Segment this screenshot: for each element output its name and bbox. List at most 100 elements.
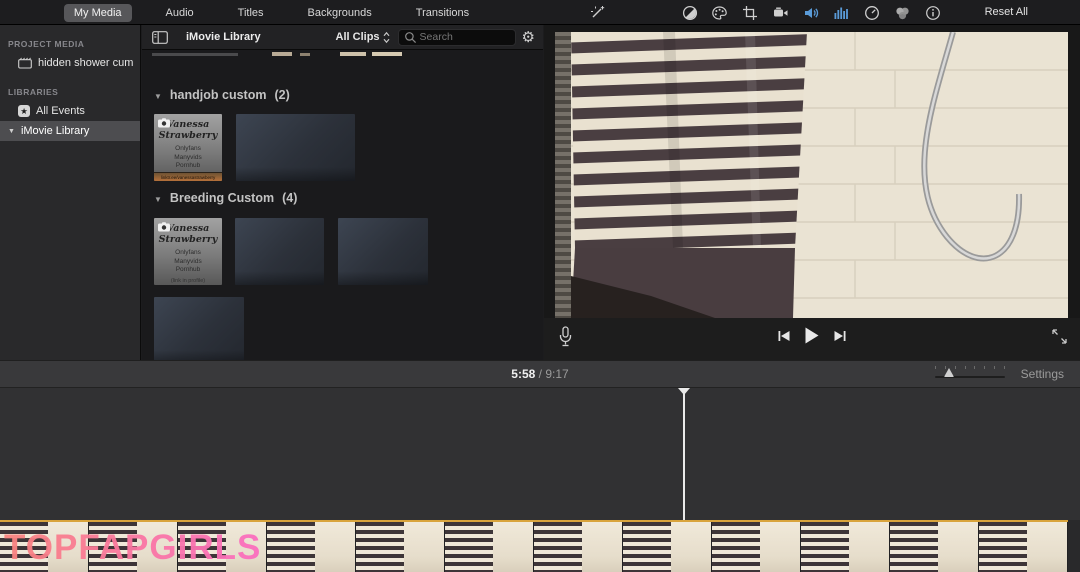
crop-icon[interactable] — [742, 4, 759, 21]
tab-titles[interactable]: Titles — [228, 4, 274, 22]
clip-frame — [534, 522, 623, 572]
tab-transitions[interactable]: Transitions — [406, 4, 479, 22]
partial-thumbnail-row — [142, 50, 543, 58]
clip-thumbnail[interactable] — [154, 297, 244, 360]
clip-grid: ▼ handjob custom (2) VanessaStrawberry O… — [142, 50, 543, 360]
imovie-window: My Media Audio Titles Backgrounds Transi… — [0, 0, 1080, 572]
audio-equalizer-icon[interactable] — [833, 4, 850, 21]
color-balance-icon[interactable] — [681, 4, 698, 21]
camera-icon — [158, 222, 170, 232]
clip-frame — [267, 522, 356, 572]
auto-enhance-wand-icon[interactable] — [589, 4, 606, 21]
color-filters-icon[interactable] — [894, 4, 911, 21]
clip-frame — [801, 522, 890, 572]
project-media-header: PROJECT MEDIA — [8, 39, 140, 49]
microphone-icon[interactable] — [558, 326, 573, 348]
sidebar-item-project[interactable]: hidden shower cum — [0, 53, 140, 73]
card-link-bar: linktr.ee/vanessastrawberry — [154, 172, 222, 181]
adjustment-toolbar: Reset All — [543, 0, 1080, 25]
chevron-up-down-icon — [383, 31, 390, 44]
browser-title: iMovie Library — [186, 31, 261, 43]
sidebar-toggle-icon[interactable] — [152, 31, 168, 44]
clip-filter-dropdown[interactable]: All Clips — [336, 31, 390, 44]
viewer-panel — [544, 25, 1080, 360]
play-button[interactable] — [805, 327, 820, 344]
card-name: Vanessa — [167, 223, 209, 234]
card-note: (link in profile) — [171, 278, 205, 284]
card-site: Manyvids — [174, 258, 201, 267]
reset-all-button[interactable]: Reset All — [985, 6, 1028, 18]
timeline-zoom-slider[interactable] — [935, 366, 1005, 382]
libraries-sidebar: PROJECT MEDIA hidden shower cum LIBRARIE… — [0, 25, 141, 360]
media-browser: iMovie Library All Clips ⚙ — [142, 25, 543, 360]
tab-backgrounds[interactable]: Backgrounds — [298, 4, 382, 22]
gear-icon[interactable]: ⚙ — [522, 30, 535, 45]
event-header[interactable]: ▼ Breeding Custom (4) — [154, 191, 297, 205]
settings-button[interactable]: Settings — [1021, 367, 1064, 381]
card-site: Manyvids — [174, 154, 201, 163]
camera-icon — [158, 118, 170, 128]
clip-filter-label: All Clips — [336, 31, 380, 43]
fullscreen-icon[interactable] — [1051, 328, 1068, 345]
color-palette-icon[interactable] — [711, 4, 728, 21]
search-input[interactable] — [420, 31, 510, 43]
top-toolbar: My Media Audio Titles Backgrounds Transi… — [0, 0, 1080, 25]
clip-frame — [623, 522, 712, 572]
card-site: Onlyfans — [174, 249, 201, 258]
playback-time: 5:58 / 9:17 — [511, 367, 568, 381]
card-name: Strawberry — [159, 234, 218, 245]
search-field[interactable] — [398, 29, 516, 46]
skip-back-button[interactable] — [777, 329, 792, 343]
sidebar-item-label: All Events — [36, 105, 85, 117]
playhead-line[interactable] — [683, 391, 685, 521]
site-watermark: TOPFAPGIRLS — [4, 528, 261, 568]
sidebar-item-imovie-library[interactable]: ▼ iMovie Library — [0, 121, 140, 141]
total-time: 9:17 — [545, 367, 568, 381]
video-viewer[interactable] — [555, 32, 1068, 318]
video-frame-preview — [555, 32, 1068, 318]
event-title: Breeding Custom — [170, 191, 274, 205]
media-clip-icon — [18, 57, 32, 69]
clip-info-icon[interactable] — [924, 4, 941, 21]
card-site: Pornhub — [174, 162, 201, 171]
card-site: Pornhub — [174, 266, 201, 275]
volume-icon[interactable] — [803, 4, 820, 21]
skip-forward-button[interactable] — [833, 329, 848, 343]
disclosure-triangle-icon[interactable]: ▼ — [154, 195, 162, 204]
clip-frame — [445, 522, 534, 572]
timeline-track: TOPFAPGIRLS — [0, 520, 1080, 572]
clip-thumbnail-title-card[interactable]: VanessaStrawberry Onlyfans Manyvids Porn… — [154, 114, 222, 181]
clip-thumbnail[interactable] — [236, 114, 355, 181]
browser-header: iMovie Library All Clips ⚙ — [142, 25, 543, 50]
clip-thumbnail[interactable] — [235, 218, 324, 285]
disclosure-triangle-icon[interactable]: ▼ — [8, 128, 15, 135]
time-separator: / — [539, 367, 542, 381]
tab-my-media[interactable]: My Media — [64, 4, 132, 22]
video-stabilization-icon[interactable] — [772, 4, 789, 21]
player-controls — [544, 318, 1080, 360]
slider-thumb[interactable] — [944, 368, 954, 377]
clip-thumbnail-title-card[interactable]: VanessaStrawberry Onlyfans Manyvids Porn… — [154, 218, 222, 285]
current-time: 5:58 — [511, 367, 535, 381]
timeline-canvas[interactable] — [0, 387, 1080, 520]
event-title: handjob custom — [170, 88, 267, 102]
clip-frame — [979, 522, 1068, 572]
card-name: Strawberry — [159, 130, 218, 141]
sidebar-item-label: iMovie Library — [21, 125, 89, 137]
libraries-header: LIBRARIES — [8, 87, 140, 97]
media-tabs: My Media Audio Titles Backgrounds Transi… — [0, 0, 543, 25]
event-header[interactable]: ▼ handjob custom (2) — [154, 88, 290, 102]
sidebar-item-label: hidden shower cum — [38, 57, 133, 69]
event-clip-count: (2) — [274, 88, 289, 102]
card-site: Onlyfans — [174, 145, 201, 154]
tab-audio[interactable]: Audio — [156, 4, 204, 22]
sidebar-item-all-events[interactable]: ★ All Events — [0, 101, 140, 121]
event-clip-count: (4) — [282, 191, 297, 205]
clip-speed-icon[interactable] — [863, 4, 880, 21]
star-icon: ★ — [18, 105, 30, 117]
clip-thumbnail[interactable] — [338, 218, 428, 285]
disclosure-triangle-icon[interactable]: ▼ — [154, 92, 162, 101]
clip-frame — [356, 522, 445, 572]
timeline-status-bar: 5:58 / 9:17 Settings — [0, 360, 1080, 387]
card-name: Vanessa — [167, 119, 209, 130]
